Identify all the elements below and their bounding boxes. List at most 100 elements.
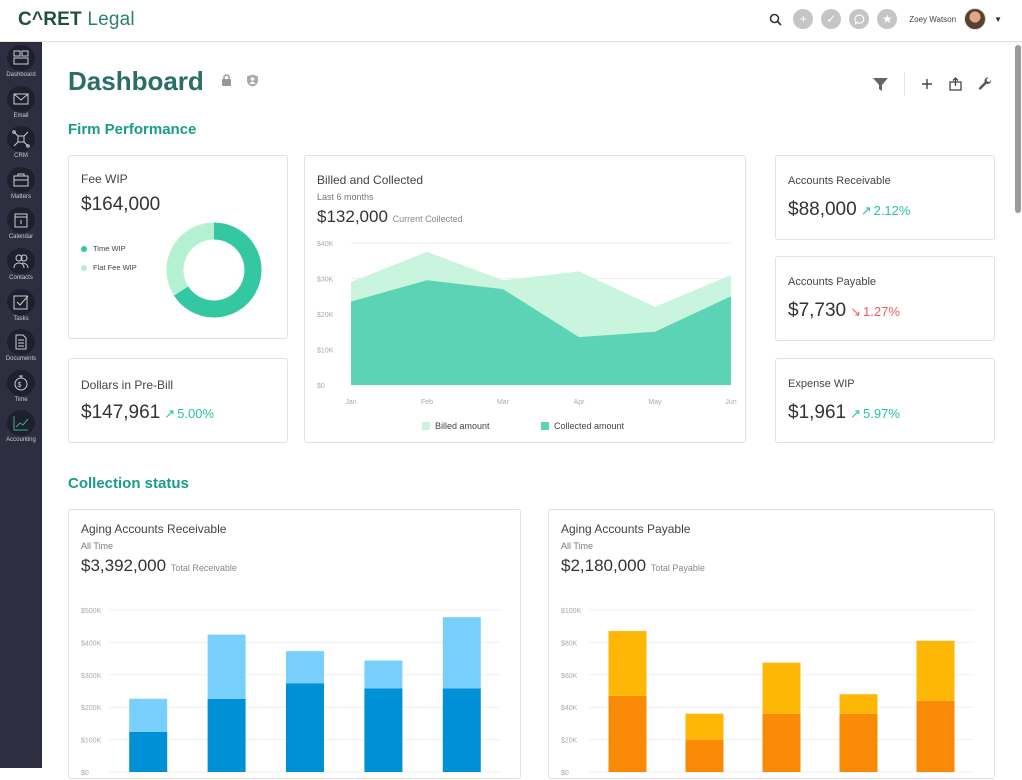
chevron-down-icon[interactable]: ▼ (994, 15, 1002, 24)
billed-collected-value-row: $132,000 Current Collected (317, 207, 463, 227)
check-icon[interactable]: ✓ (821, 9, 842, 29)
accounts-payable-card[interactable]: Accounts Payable $7,730 ↘ 1.27% (775, 256, 995, 341)
expense-wip-card[interactable]: Expense WIP $1,961 ↗ 5.97% (775, 358, 995, 443)
sidebar-item-crm[interactable]: CRM (0, 123, 42, 164)
section-collection-status: Collection status (68, 475, 189, 492)
filter-icon[interactable] (873, 77, 888, 91)
star-icon[interactable]: ★ (877, 9, 898, 29)
bar-segment-top (916, 640, 955, 701)
sidebar-item-label: Dashboard (6, 72, 36, 78)
sidebar-item-label: Tasks (13, 315, 29, 322)
billed-collected-value-label: Current Collected (392, 214, 463, 224)
lock-icon[interactable] (221, 74, 232, 86)
aging-ar-subtitle: All Time (81, 541, 114, 551)
y-tick-label: $100K (561, 608, 582, 615)
app-logo[interactable]: C^RET Legal (18, 9, 135, 31)
logo-sub: Legal (87, 9, 135, 30)
sidebar-item-tasks[interactable]: Tasks (0, 286, 42, 327)
bar-segment-bottom (685, 739, 724, 772)
aging-ap-card[interactable]: Aging Accounts Payable All Time $2,180,0… (548, 509, 995, 779)
tasks-icon (7, 288, 35, 315)
y-tick-label: $100K (81, 738, 102, 745)
accounts-receivable-trend: 2.12% (873, 203, 911, 218)
sidebar-item-calendar[interactable]: Calendar (0, 204, 42, 245)
legend-swatch (541, 422, 549, 430)
aging-ar-value: $3,392,000 (81, 556, 167, 575)
aging-ap-title: Aging Accounts Payable (561, 522, 691, 536)
y-tick-label: $40K (561, 705, 578, 712)
accounts-receivable-value-row: $88,000 ↗ 2.12% (788, 199, 910, 221)
billed-collected-chart: $0 $10K $20K $30K $40K Jan Feb Mar Apr May Jun (317, 241, 737, 406)
contacts-icon (7, 247, 35, 274)
sidebar-item-label: Time (14, 396, 28, 403)
pre-bill-value: $147,961 (81, 402, 161, 423)
sidebar-item-label: CRM (14, 153, 28, 160)
user-name[interactable]: Zoey Watson (909, 15, 956, 24)
section-firm-performance: Firm Performance (68, 121, 197, 138)
bar-segment-bottom (442, 688, 481, 772)
aging-ap-value-label: Total Payable (650, 563, 705, 573)
scrollbar[interactable] (1015, 45, 1021, 213)
pre-bill-trend: 5.00% (177, 406, 215, 421)
sidebar-item-dashboard[interactable]: Dashboard (0, 42, 42, 83)
sidebar-item-documents[interactable]: Documents (0, 326, 42, 367)
legend-swatch (422, 422, 430, 430)
legend-swatch (81, 264, 87, 271)
bar-segment-bottom (129, 731, 168, 772)
add-icon[interactable] (921, 78, 933, 90)
legend-label: Flat Fee WIP (93, 263, 137, 272)
expense-wip-value: $1,961 (788, 402, 847, 423)
search-icon[interactable] (765, 9, 785, 29)
sidebar-item-email[interactable]: Email (0, 83, 42, 124)
accounting-icon (7, 410, 35, 437)
y-tick-label: $0 (561, 770, 569, 777)
add-icon[interactable]: + (793, 9, 814, 29)
trend-up-icon: ↗ (164, 406, 176, 421)
pre-bill-title: Dollars in Pre-Bill (81, 378, 174, 392)
x-tick-label: Feb (421, 399, 433, 406)
y-tick-label: $10K (317, 348, 334, 355)
bar-segment-bottom (839, 713, 878, 772)
bar-segment-bottom (916, 700, 955, 772)
trend-down-icon: ↘ (850, 304, 862, 319)
bar-segment-top (207, 634, 246, 699)
accounts-receivable-value: $88,000 (788, 199, 857, 220)
bar-segment-top (286, 651, 324, 684)
user-shield-icon[interactable] (246, 74, 259, 87)
share-icon[interactable] (949, 77, 962, 91)
fee-wip-card[interactable]: Fee WIP $164,000 Time WIP Flat Fee WIP (68, 155, 288, 339)
sidebar-item-label: Accounting (6, 437, 36, 444)
y-tick-label: $0 (317, 383, 325, 390)
aging-ap-subtitle: All Time (561, 541, 594, 551)
billed-collected-card[interactable]: Billed and Collected Last 6 months $132,… (304, 155, 746, 443)
wrench-icon[interactable] (978, 77, 992, 91)
legend-flat-fee-wip: Flat Fee WIP (81, 263, 137, 272)
y-tick-label: $200K (81, 705, 102, 712)
expense-wip-title: Expense WIP (788, 378, 855, 390)
sidebar-item-label: Matters (10, 193, 31, 200)
accounts-receivable-card[interactable]: Accounts Receivable $88,000 ↗ 2.12% (775, 155, 995, 240)
page-tools (873, 72, 992, 96)
sidebar-item-label: Documents (5, 356, 37, 363)
x-tick-label: Apr (574, 399, 586, 406)
bar-segment-top (364, 660, 403, 689)
chat-icon[interactable] (849, 9, 870, 29)
avatar[interactable] (964, 8, 987, 30)
trend-up-icon: ↗ (860, 203, 872, 218)
sidebar-item-accounting[interactable]: Accounting (0, 407, 42, 448)
billed-collected-title: Billed and Collected (317, 173, 424, 187)
pre-bill-card[interactable]: Dollars in Pre-Bill $147,961 ↗ 5.00% (68, 358, 288, 443)
fee-wip-value: $164,000 (81, 194, 161, 215)
sidebar-item-contacts[interactable]: Contacts (0, 245, 42, 286)
bar-segment-bottom (608, 695, 647, 772)
accounts-payable-title: Accounts Payable (788, 276, 877, 288)
sidebar-item-matters[interactable]: Matters (0, 164, 42, 205)
aging-ap-value: $2,180,000 (561, 556, 647, 575)
aging-ar-chart: $0 $100K $200K $300K $400K $500K (81, 608, 501, 777)
time-icon: $ (7, 369, 35, 396)
fee-wip-donut-chart (166, 222, 262, 318)
aging-ar-card[interactable]: Aging Accounts Receivable All Time $3,39… (68, 509, 521, 779)
top-actions: + ✓ ★ Zoey Watson ▼ (765, 8, 1002, 30)
main-content: Dashboard Firm Performance Fee WIP $164,… (42, 42, 1016, 779)
sidebar-item-time[interactable]: $ Time (0, 367, 42, 408)
